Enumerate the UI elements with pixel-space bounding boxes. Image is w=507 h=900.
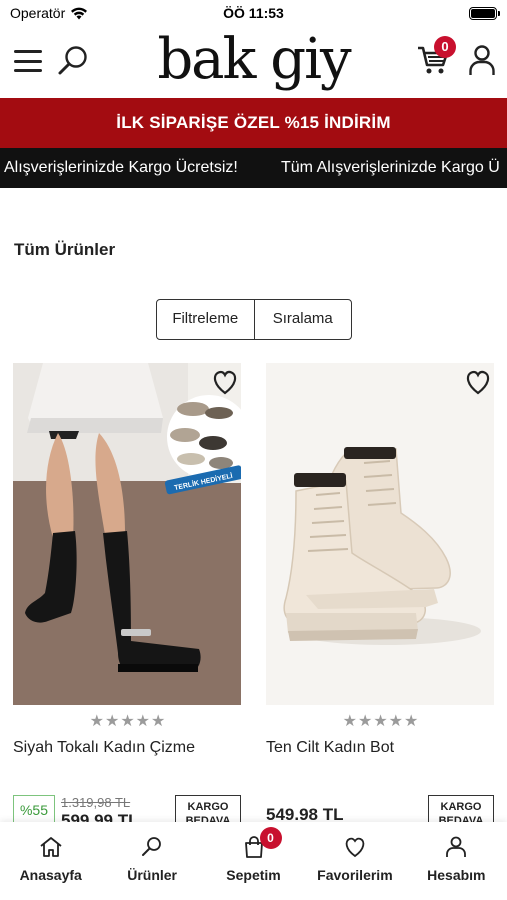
clock: ÖÖ 11:53: [223, 5, 284, 21]
nav-favorites-label: Favorilerim: [317, 867, 393, 883]
search-icon: [142, 837, 162, 856]
product-image[interactable]: [266, 363, 494, 705]
rating-stars: ★★★★★: [89, 713, 167, 730]
product-name[interactable]: Ten Cilt Kadın Bot: [266, 737, 496, 783]
marquee-text: Tüm Alışverişlerinizde Kargo Ü: [281, 159, 500, 176]
product-card[interactable]: TERLİK HEDİYELİ ★★★★★ Siyah Tokalı Kadın…: [13, 363, 243, 835]
app-header: bak giy 0: [0, 28, 507, 98]
product-card[interactable]: ★★★★★ Ten Cilt Kadın Bot 549.98 TL KARGO…: [266, 363, 496, 835]
user-icon[interactable]: [468, 44, 496, 76]
nav-home[interactable]: Anasayfa: [0, 822, 101, 900]
cart-count-badge: 0: [259, 827, 282, 849]
product-image[interactable]: TERLİK HEDİYELİ: [13, 363, 241, 705]
nav-products-label: Ürünler: [127, 867, 177, 883]
nav-account[interactable]: Hesabım: [406, 822, 507, 900]
cart-count-badge: 0: [434, 36, 456, 58]
heart-icon: [345, 837, 365, 858]
marquee-text: Alışverişlerinizde Kargo Ücretsiz!: [4, 159, 238, 176]
hamburger-menu-icon[interactable]: [14, 48, 42, 74]
promo-banner[interactable]: İLK SİPARİŞE ÖZEL %15 İNDİRİM: [0, 98, 507, 148]
nav-account-label: Hesabım: [427, 867, 486, 883]
product-name[interactable]: Siyah Tokalı Kadın Çizme: [13, 737, 243, 783]
filter-sort-group: Filtreleme Sıralama: [156, 299, 352, 340]
page-title: Tüm Ürünler: [14, 240, 116, 259]
search-icon[interactable]: [56, 44, 90, 78]
nav-products[interactable]: Ürünler: [101, 822, 202, 900]
discount-badge: %55: [13, 795, 55, 825]
bottom-navigation: Anasayfa Ürünler 0 Sepetim Favorilerim H…: [0, 822, 507, 900]
filter-button[interactable]: Filtreleme: [157, 300, 254, 339]
sort-button[interactable]: Sıralama: [253, 300, 352, 339]
nav-cart-label: Sepetim: [226, 867, 281, 883]
home-icon: [40, 837, 62, 857]
battery-icon: [469, 7, 500, 20]
user-icon: [446, 836, 467, 857]
nav-home-label: Anasayfa: [19, 867, 82, 883]
old-price: 1.319,98 TL: [61, 795, 131, 810]
shipping-marquee: Alışverişlerinizde Kargo Ücretsiz! Tüm A…: [0, 148, 507, 188]
status-bar: Operatör ÖÖ 11:53: [0, 0, 507, 28]
rating-stars: ★★★★★: [342, 713, 420, 730]
nav-cart[interactable]: 0 Sepetim: [203, 822, 304, 900]
boots-photo: TERLİK HEDİYELİ: [13, 363, 241, 705]
bot-photo: [283, 447, 481, 645]
nav-favorites[interactable]: Favorilerim: [304, 822, 405, 900]
heart-icon[interactable]: [211, 369, 239, 395]
heart-icon[interactable]: [464, 369, 492, 395]
